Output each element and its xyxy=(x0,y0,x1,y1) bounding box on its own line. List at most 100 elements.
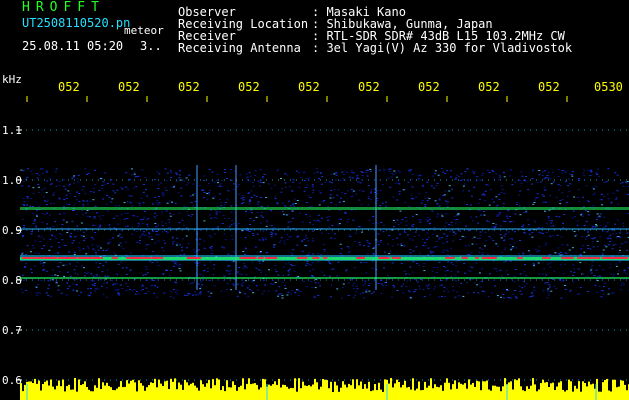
level-bar xyxy=(586,386,588,400)
noise-speck xyxy=(308,264,311,266)
noise-speck xyxy=(106,275,109,277)
noise-speck xyxy=(359,182,362,184)
noise-speck xyxy=(142,202,145,204)
noise-speck xyxy=(347,190,349,192)
noise-speck xyxy=(446,269,449,271)
noise-speck xyxy=(56,180,59,181)
noise-speck xyxy=(145,266,148,268)
noise-speck xyxy=(598,265,601,266)
noise-speck xyxy=(421,184,424,186)
noise-speck xyxy=(512,246,514,248)
noise-speck xyxy=(505,270,508,272)
noise-speck xyxy=(100,247,102,249)
level-bar xyxy=(176,389,178,400)
noise-speck xyxy=(110,201,113,203)
noise-speck xyxy=(610,202,613,204)
noise-speck xyxy=(569,289,572,291)
noise-speck xyxy=(339,218,342,220)
noise-speck xyxy=(577,293,579,295)
noise-speck xyxy=(453,219,456,221)
noise-speck xyxy=(240,197,243,199)
noise-speck xyxy=(98,245,101,247)
noise-speck xyxy=(444,296,447,297)
noise-speck xyxy=(600,296,603,298)
noise-speck xyxy=(591,265,594,267)
noise-speck xyxy=(615,198,618,200)
noise-speck xyxy=(599,276,602,277)
noise-speck xyxy=(287,274,290,276)
noise-speck xyxy=(470,195,473,197)
noise-speck xyxy=(186,247,188,249)
level-bar xyxy=(404,380,406,400)
noise-speck xyxy=(572,210,575,212)
noise-speck xyxy=(170,270,173,271)
noise-speck xyxy=(405,220,408,222)
noise-speck xyxy=(466,204,468,205)
noise-speck xyxy=(538,170,541,171)
noise-speck xyxy=(574,235,577,237)
noise-speck xyxy=(77,174,80,176)
level-bar xyxy=(514,379,516,400)
noise-speck xyxy=(187,182,190,184)
level-bar xyxy=(530,385,532,400)
noise-speck xyxy=(93,216,96,218)
noise-speck xyxy=(198,184,201,186)
noise-speck xyxy=(154,212,157,214)
noise-speck xyxy=(592,194,595,196)
noise-speck xyxy=(529,253,532,255)
noise-speck xyxy=(127,201,129,202)
noise-speck xyxy=(441,215,444,217)
noise-speck xyxy=(591,241,594,243)
noise-speck xyxy=(478,179,481,181)
noise-speck xyxy=(220,179,223,181)
noise-speck xyxy=(581,215,584,217)
noise-speck xyxy=(488,220,491,222)
noise-speck xyxy=(453,279,456,281)
noise-speck xyxy=(62,264,65,266)
noise-speck xyxy=(93,285,96,287)
noise-speck xyxy=(619,232,622,234)
noise-speck xyxy=(507,210,510,212)
signal-peak xyxy=(243,257,257,259)
noise-speck xyxy=(359,293,362,295)
noise-speck xyxy=(246,176,249,178)
noise-speck xyxy=(544,189,547,191)
noise-speck xyxy=(477,222,480,224)
noise-speck xyxy=(258,269,260,271)
level-bar xyxy=(374,384,376,400)
noise-speck xyxy=(303,281,305,283)
noise-speck xyxy=(139,237,142,239)
noise-speck xyxy=(335,174,338,176)
signal-band xyxy=(20,277,629,279)
noise-speck xyxy=(203,264,206,266)
noise-speck xyxy=(208,183,210,185)
noise-speck xyxy=(445,279,448,281)
level-bar xyxy=(304,385,306,400)
noise-speck xyxy=(329,197,332,199)
noise-speck xyxy=(519,290,522,292)
noise-speck xyxy=(143,231,145,233)
level-bar xyxy=(170,378,172,400)
noise-speck xyxy=(595,269,598,271)
noise-speck xyxy=(605,246,608,248)
noise-speck xyxy=(523,271,526,273)
noise-speck xyxy=(541,171,544,173)
noise-speck xyxy=(125,186,128,188)
noise-speck xyxy=(220,205,223,207)
noise-speck xyxy=(411,198,413,199)
noise-speck xyxy=(487,253,490,255)
noise-speck xyxy=(86,200,88,202)
noise-speck xyxy=(166,232,169,234)
signal-peak xyxy=(156,257,164,259)
noise-speck xyxy=(328,226,331,228)
noise-speck xyxy=(135,186,138,188)
noise-speck xyxy=(169,226,172,228)
noise-speck xyxy=(41,168,44,170)
noise-speck xyxy=(81,265,84,267)
noise-speck xyxy=(502,297,505,299)
noise-speck xyxy=(481,254,484,255)
noise-speck xyxy=(232,251,235,253)
noise-speck xyxy=(183,180,186,182)
noise-speck xyxy=(415,196,418,198)
noise-speck xyxy=(265,197,268,198)
